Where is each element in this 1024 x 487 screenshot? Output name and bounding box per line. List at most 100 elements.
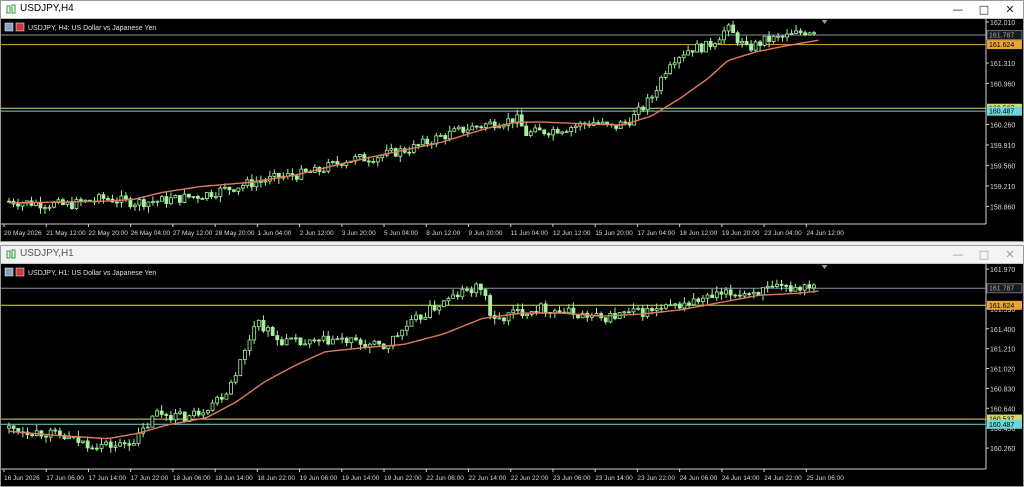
price-tick-label: 159.560: [990, 163, 1015, 170]
candle-body: [321, 170, 326, 173]
candle-body: [240, 185, 245, 189]
flag-icon: [15, 22, 25, 32]
time-tick-label: 23 Jun 04:00: [764, 230, 802, 237]
candle-body: [650, 96, 655, 99]
candle-body: [151, 201, 155, 203]
candle-body: [483, 289, 488, 296]
time-tick-label: 17 Jun 22:00: [131, 475, 169, 482]
candle-body: [173, 412, 178, 421]
candle-body: [349, 337, 354, 343]
shift-marker-icon[interactable]: [821, 20, 828, 24]
candle-body: [169, 197, 173, 204]
time-tick-label: 23 Jun 06:00: [553, 475, 591, 482]
candle-body: [20, 202, 25, 207]
time-tick-label: 26 May 04:00: [131, 230, 171, 237]
candle-body: [258, 181, 263, 183]
candle-body: [735, 32, 740, 44]
candle-body: [608, 313, 613, 323]
candle-body: [118, 442, 122, 447]
chart-window-h4[interactable]: USDJPY,H4 — □ ✕ USDJPY, H4: US Dollar vs…: [0, 0, 1024, 242]
candle-body: [298, 337, 303, 346]
title-bar[interactable]: USDJPY,H1 — □ ✕: [1, 246, 1023, 264]
candle-body: [650, 308, 654, 312]
close-icon[interactable]: ✕: [997, 246, 1023, 263]
candle-body: [566, 307, 571, 314]
candle-body: [775, 283, 779, 287]
candle-body: [636, 307, 641, 310]
candle-body: [519, 114, 524, 127]
candle-body: [182, 411, 187, 422]
candle-body: [691, 298, 696, 306]
candle-body: [330, 338, 335, 345]
price-chart[interactable]: USDJPY, H1: US Dollar vs Japanese Yen 161…: [1, 264, 1023, 486]
candle-body: [65, 201, 70, 205]
candle-body: [765, 285, 770, 289]
time-tick-label: 18 Jun 22:00: [257, 475, 295, 482]
price-tick-label: 161.310: [990, 61, 1015, 68]
candle-body: [254, 181, 259, 188]
candle-body: [122, 442, 127, 445]
candle-body: [357, 154, 362, 158]
candle-body: [169, 415, 173, 421]
candle-body: [425, 138, 430, 145]
minimize-icon[interactable]: —: [945, 246, 971, 263]
time-tick-label: 19 Jun 22:00: [384, 475, 422, 482]
price-tick-label: 159.210: [990, 184, 1015, 191]
candle-body: [641, 106, 646, 111]
candle-body: [136, 432, 141, 444]
candle-body: [451, 294, 455, 299]
time-tick-label: 17 Jun 06:00: [46, 475, 84, 482]
candle-body: [409, 319, 414, 327]
candle-body: [395, 335, 400, 338]
candle-body: [270, 326, 275, 336]
candle-body: [263, 180, 268, 183]
price-chart[interactable]: USDJPY, H4: US Dollar vs Japanese Yen 162…: [1, 19, 1023, 241]
candle-body: [196, 410, 201, 416]
candle-body: [555, 129, 560, 134]
candle-body: [560, 131, 565, 134]
candle-body: [30, 434, 35, 437]
price-tick-label: 161.020: [990, 367, 1015, 374]
candle-body: [186, 193, 191, 198]
chart-window-h1[interactable]: USDJPY,H1 — □ ✕ USDJPY, H1: US Dollar vs…: [0, 245, 1024, 487]
candle-body: [515, 309, 520, 311]
candle-body: [164, 196, 169, 204]
candle-body: [389, 148, 394, 151]
candles: [7, 20, 816, 214]
maximize-icon[interactable]: □: [971, 1, 997, 18]
price-tick-label: 160.260: [990, 446, 1015, 453]
candle-body: [631, 308, 636, 313]
maximize-icon[interactable]: □: [971, 246, 997, 263]
chart-icon: [6, 4, 16, 14]
close-icon[interactable]: ✕: [997, 1, 1023, 18]
candle-body: [215, 396, 220, 404]
minimize-icon[interactable]: —: [945, 1, 971, 18]
candle-body: [779, 283, 784, 286]
symbol-info: USDJPY, H4: US Dollar vs Japanese Yen: [4, 22, 156, 32]
candle-body: [713, 43, 718, 48]
candle-body: [717, 39, 722, 45]
candle-body: [488, 121, 493, 125]
candle-body: [474, 283, 479, 294]
shift-marker-icon[interactable]: [821, 265, 828, 269]
candle-body: [160, 196, 164, 202]
candle-body: [557, 310, 562, 313]
candle-body: [209, 192, 214, 198]
candle-body: [632, 114, 637, 126]
window-title: USDJPY,H1: [20, 248, 74, 259]
candle-body: [461, 126, 466, 133]
candle-body: [728, 289, 733, 296]
candle-body: [470, 125, 475, 131]
candle-body: [704, 40, 709, 53]
title-bar[interactable]: USDJPY,H4 — □ ✕: [1, 1, 1023, 19]
candle-body: [7, 425, 11, 429]
candle-body: [137, 199, 142, 206]
candle-body: [428, 305, 432, 318]
candle-body: [673, 303, 678, 306]
candle-body: [455, 294, 460, 298]
candle-body: [751, 291, 756, 295]
time-tick-label: 22 Jun 06:00: [426, 475, 464, 482]
symbol-description: USDJPY, H4: US Dollar vs Japanese Yen: [28, 25, 156, 32]
time-tick-label: 22 May 20:00: [88, 230, 128, 237]
candle-body: [542, 129, 547, 135]
